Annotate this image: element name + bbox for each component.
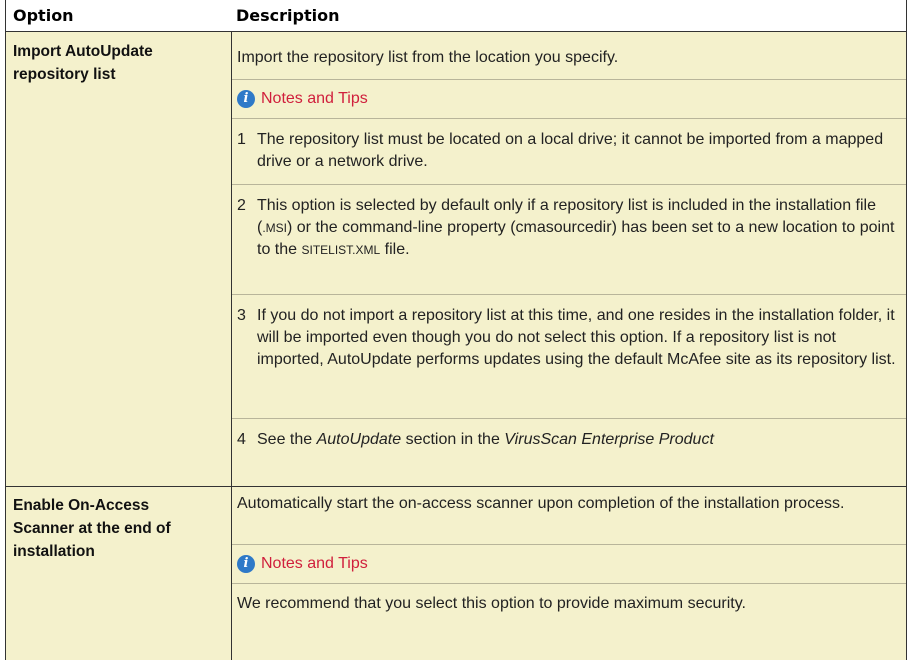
list-item-text: See the AutoUpdate section in the VirusS… xyxy=(257,429,897,451)
notes-heading: i Notes and Tips xyxy=(237,553,368,575)
list-item: 1 The repository list must be located on… xyxy=(237,129,897,173)
options-table: Option Description Import AutoUpdate rep… xyxy=(5,0,907,660)
divider xyxy=(232,583,906,584)
text-fragment: See the xyxy=(257,431,317,448)
list-item-number: 4 xyxy=(237,431,246,448)
list-item: 2 This option is selected by default onl… xyxy=(237,195,897,261)
emphasis: AutoUpdate xyxy=(316,431,402,448)
info-icon: i xyxy=(237,90,255,108)
table-header: Option Description xyxy=(6,0,906,32)
list-item: 3 If you do not import a repository list… xyxy=(237,305,897,371)
list-item-number: 1 xyxy=(237,131,246,148)
divider xyxy=(232,294,906,295)
file-name: SITELIST.XML xyxy=(301,243,381,257)
option-label-line: repository list xyxy=(13,66,116,83)
note-text: We recommend that you select this option… xyxy=(237,595,746,612)
text-fragment: section in the xyxy=(401,431,505,448)
notes-heading: i Notes and Tips xyxy=(237,88,368,110)
option-label-line: Import AutoUpdate xyxy=(13,43,153,60)
file-extension: .MSI xyxy=(262,221,287,235)
list-item-text: The repository list must be located on a… xyxy=(257,131,884,170)
list-item-number: 2 xyxy=(237,197,246,214)
column-divider xyxy=(231,32,232,660)
list-item-text: This option is selected by default only … xyxy=(257,195,897,261)
emphasis: VirusScan Enterprise Product xyxy=(504,431,714,448)
table-row: Enable On-Access Scanner at the end of i… xyxy=(6,487,906,660)
divider xyxy=(232,418,906,419)
info-icon: i xyxy=(237,555,255,573)
column-header-description: Description xyxy=(236,6,340,25)
option-label-line: installation xyxy=(13,543,95,560)
list-item-number: 3 xyxy=(237,307,246,324)
divider xyxy=(232,118,906,119)
list-item: 4 See the AutoUpdate section in the Viru… xyxy=(237,429,897,451)
table-row: Import AutoUpdate repository list Import… xyxy=(6,32,906,487)
divider xyxy=(232,544,906,545)
notes-label: Notes and Tips xyxy=(261,555,368,572)
option-label-line: Enable On-Access xyxy=(13,497,150,514)
list-item-text: If you do not import a repository list a… xyxy=(257,307,896,368)
option-description: Automatically start the on-access scanne… xyxy=(237,495,845,512)
divider xyxy=(232,184,906,185)
divider xyxy=(232,79,906,80)
text-fragment: file. xyxy=(380,241,410,258)
option-label: Import AutoUpdate repository list xyxy=(13,40,223,86)
option-description: Import the repository list from the loca… xyxy=(237,49,619,66)
notes-label: Notes and Tips xyxy=(261,90,368,107)
column-header-option: Option xyxy=(13,6,74,25)
option-label-line: Scanner at the end of xyxy=(13,520,171,537)
option-label: Enable On-Access Scanner at the end of i… xyxy=(13,494,223,563)
